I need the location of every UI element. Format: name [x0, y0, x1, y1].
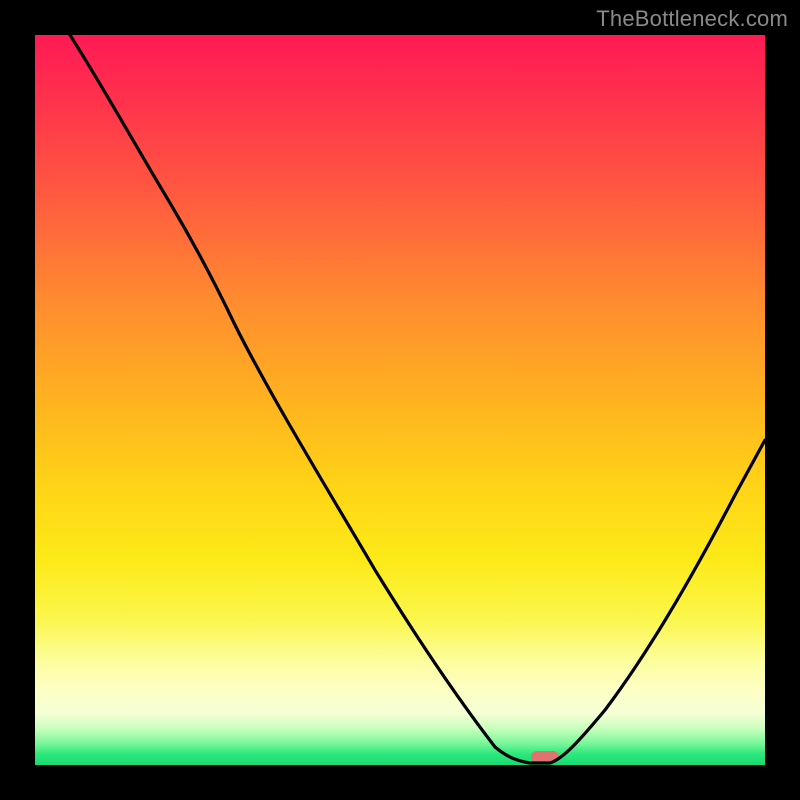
watermark-text: TheBottleneck.com [596, 6, 788, 32]
chart-svg [35, 35, 765, 765]
bottleneck-curve [70, 35, 765, 763]
plot-area [35, 35, 765, 765]
chart-frame: TheBottleneck.com [0, 0, 800, 800]
